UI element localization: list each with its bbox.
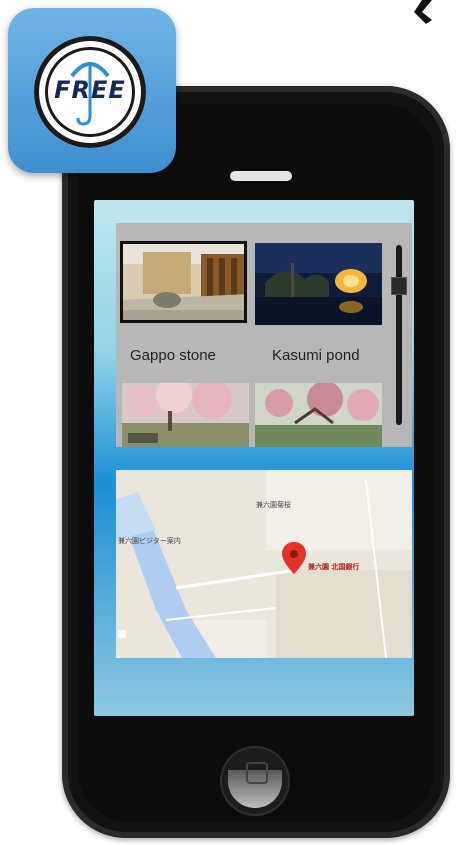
gallery-scrollbar[interactable] (391, 245, 407, 425)
gallery-thumb-gappo-stone[interactable] (120, 241, 247, 323)
map-view[interactable]: 兼六園菊桜 兼六園ビジター案内 兼六園 北国銀行 (116, 470, 412, 658)
plum-tree-photo (255, 383, 382, 447)
gallery-scroll-thumb[interactable] (391, 277, 407, 295)
phone-screen: Gappo stone Kasumi pond 兼六園菊桜 兼六園ビジター案内 … (94, 200, 414, 716)
phone-frame: Gappo stone Kasumi pond 兼六園菊桜 兼六園ビジター案内 … (62, 86, 450, 838)
home-square-icon (246, 762, 268, 784)
gappo-stone-photo (123, 244, 244, 320)
badge-label: FREE (54, 76, 126, 104)
badge-circle: FREE (34, 36, 146, 148)
map-label-marker: 兼六園 北国銀行 (308, 563, 360, 571)
cherry-blossom-photo (122, 383, 249, 447)
gallery-thumb-plum-trees[interactable] (255, 383, 382, 447)
corner-mark-icon (414, 0, 432, 24)
caption-kasumi-pond: Kasumi pond (272, 347, 360, 364)
home-button[interactable] (220, 746, 290, 816)
map-canvas (116, 470, 412, 658)
caption-gappo-stone: Gappo stone (130, 347, 216, 364)
map-label-top: 兼六園菊桜 (256, 501, 291, 509)
map-label-left: 兼六園ビジター案内 (118, 537, 181, 545)
gallery-thumb-cherry-blossoms[interactable] (122, 383, 249, 447)
speaker-slot (230, 171, 292, 181)
photo-gallery: Gappo stone Kasumi pond (116, 223, 412, 447)
kasumi-pond-photo (255, 243, 382, 325)
free-badge: FREE (8, 8, 176, 173)
gallery-thumb-kasumi-pond[interactable] (255, 243, 382, 325)
